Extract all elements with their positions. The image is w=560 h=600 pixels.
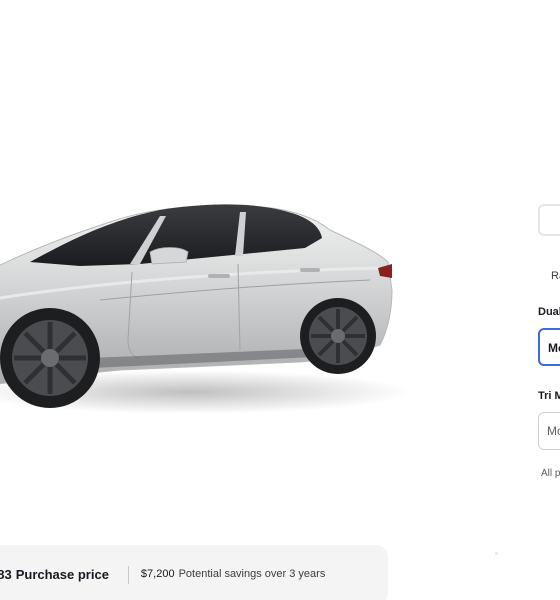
potential-savings[interactable]: $7,200 Potential savings over 3 years [141,568,325,580]
rear-wheel [300,298,376,374]
pricing-fineprint: All p [541,468,560,479]
dual-motor-heading: Dual [538,306,560,318]
configurator-page: Ra Dual Mo Tri M Mo All p 683Purchase pr… [0,0,560,600]
carousel-dot [495,552,498,555]
front-wheel [0,308,100,408]
price-summary-bar[interactable]: 683Purchase price $7,200Potential saving… [0,545,388,600]
model-s-render [0,204,410,414]
price-divider [127,566,129,584]
purchase-price-amount: 683 [0,566,12,582]
purchase-price[interactable]: 683Purchase price [0,567,109,582]
rate-label: Ra [551,270,560,282]
configuration-panel: Ra Dual Mo Tri M Mo All p [536,200,560,500]
tri-motor-option[interactable]: Mo [538,412,560,450]
trim-toggle[interactable] [538,204,560,236]
car-image [0,180,430,440]
tri-motor-heading: Tri M [538,390,560,402]
savings-amount: $7,200 [140,568,175,580]
dual-motor-option[interactable]: Mo [538,328,560,366]
purchase-price-label: Purchase price [15,566,109,582]
savings-label: Potential savings over 3 years [178,568,326,580]
